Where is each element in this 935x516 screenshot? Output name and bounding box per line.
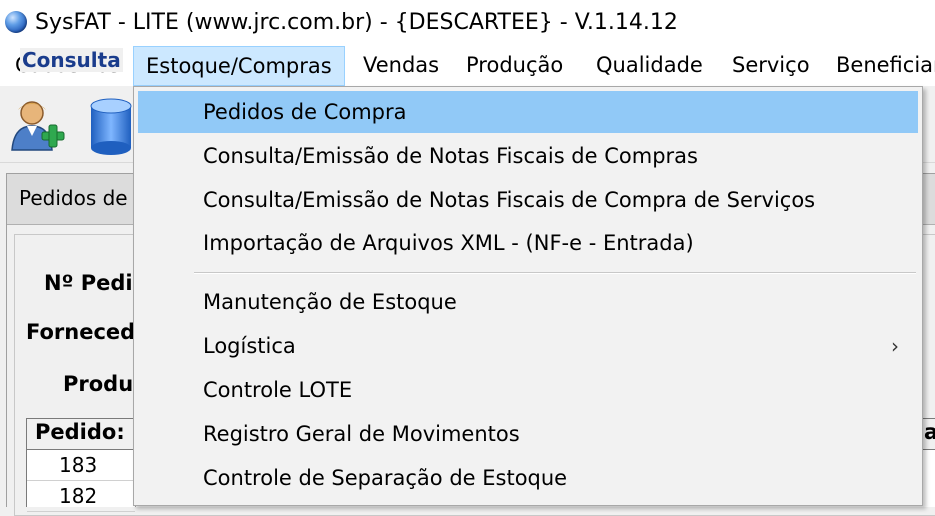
menu-item-label: Manutenção de Estoque (203, 290, 457, 314)
menu-bar: Cadastros Estoque/Compras Vendas Produçã… (0, 46, 935, 86)
child-window-title: Pedidos de (19, 186, 128, 210)
window-title: SysFAT - LITE (www.jrc.com.br) - {DESCAR… (35, 10, 678, 35)
grid-cell-pedido: 182 (59, 484, 98, 508)
table-row[interactable]: 182 (27, 481, 135, 512)
database-icon[interactable] (88, 96, 134, 162)
estoque-compras-dropdown: Pedidos de Compra Consulta/Emissão de No… (133, 86, 923, 506)
grid-header-end[interactable]: al (924, 420, 935, 444)
menu-item-label: Consulta/Emissão de Notas Fiscais de Com… (203, 144, 698, 168)
menu-item-registro-movimentos[interactable]: Registro Geral de Movimentos (138, 413, 918, 455)
menu-item-label: Pedidos de Compra (203, 100, 407, 124)
menu-item-importacao-xml[interactable]: Importação de Arquivos XML - (NF-e - Ent… (138, 222, 918, 264)
pedido-number-label: Nº Pedi (44, 271, 133, 295)
menu-producao[interactable]: Produção (466, 46, 563, 84)
menu-item-label: Registro Geral de Movimentos (203, 422, 520, 446)
chevron-right-icon: › (891, 334, 899, 358)
menu-item-notas-fiscais-servicos[interactable]: Consulta/Emissão de Notas Fiscais de Com… (138, 179, 918, 221)
menu-item-pedidos-de-compra[interactable]: Pedidos de Compra (138, 91, 918, 133)
app-globe-icon[interactable] (5, 11, 27, 33)
table-row[interactable]: 183 (27, 450, 135, 481)
menu-item-label: Importação de Arquivos XML - (NF-e - Ent… (203, 231, 694, 255)
add-user-icon[interactable] (8, 96, 70, 162)
menu-item-label: Controle LOTE (203, 378, 353, 402)
menu-item-controle-lote[interactable]: Controle LOTE (138, 369, 918, 411)
fornecedor-label: Forneced (26, 320, 136, 344)
menu-separator (194, 272, 916, 274)
menu-estoque-compras[interactable]: Estoque/Compras (133, 46, 345, 86)
title-bar: SysFAT - LITE (www.jrc.com.br) - {DESCAR… (0, 0, 935, 46)
grid-header-pedido[interactable]: Pedido: (35, 420, 125, 444)
menu-item-notas-fiscais-compras[interactable]: Consulta/Emissão de Notas Fiscais de Com… (138, 135, 918, 177)
menu-vendas[interactable]: Vendas (363, 46, 439, 84)
consulta-legend: Consulta (20, 48, 123, 72)
produto-label: Produ (63, 372, 134, 396)
menu-qualidade[interactable]: Qualidade (596, 46, 703, 84)
grid-cell-pedido: 183 (59, 453, 98, 477)
menu-item-label: Consulta/Emissão de Notas Fiscais de Com… (203, 188, 816, 212)
menu-item-logistica[interactable]: Logística › (138, 325, 918, 367)
menu-item-label: Logística (203, 334, 296, 358)
menu-servico[interactable]: Serviço (732, 46, 810, 84)
menu-item-manutencao-estoque[interactable]: Manutenção de Estoque (138, 281, 918, 323)
menu-item-separacao-estoque[interactable]: Controle de Separação de Estoque (138, 457, 918, 499)
menu-item-label: Controle de Separação de Estoque (203, 466, 568, 490)
menu-beneficiar[interactable]: Beneficiar (836, 46, 935, 84)
